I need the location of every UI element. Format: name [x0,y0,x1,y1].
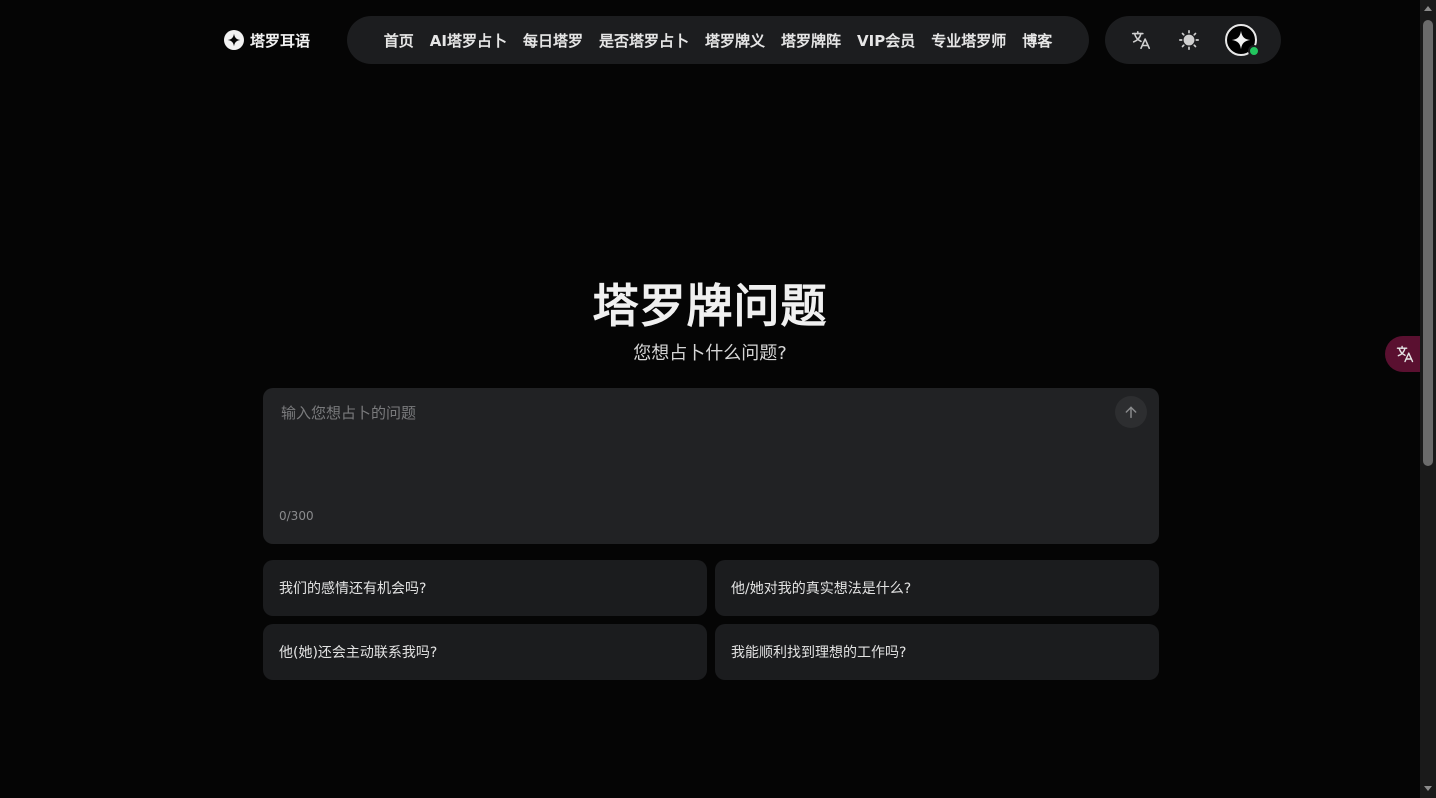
main-nav: 首页 AI塔罗占卜 每日塔罗 是否塔罗占卜 塔罗牌义 塔罗牌阵 VIP会员 专业… [347,16,1089,64]
suggestion-card[interactable]: 我能顺利找到理想的工作吗? [715,624,1159,680]
scroll-down-arrow-icon[interactable] [1424,786,1432,791]
question-input[interactable] [281,402,1101,502]
nav-item-pro-readers[interactable]: 专业塔罗师 [931,30,1006,51]
page-subtitle: 您想占卜什么问题? [633,343,787,364]
theme-toggle-button[interactable] [1177,28,1201,52]
nav-item-spreads[interactable]: 塔罗牌阵 [781,30,841,51]
translate-icon [1396,345,1414,363]
nav-item-blog[interactable]: 博客 [1022,30,1052,51]
question-box: 0/300 [263,388,1159,544]
page: 塔罗耳语 首页 AI塔罗占卜 每日塔罗 是否塔罗占卜 塔罗牌义 塔罗牌阵 VIP… [0,0,1436,798]
logo-text: 塔罗耳语 [250,31,311,50]
sun-icon [1179,30,1199,50]
send-button[interactable] [1115,396,1147,428]
suggestion-card[interactable]: 我们的感情还有机会吗? [263,560,707,616]
suggestion-card[interactable]: 他/她对我的真实想法是什么? [715,560,1159,616]
nav-item-vip[interactable]: VIP会员 [857,30,915,51]
site-logo[interactable]: 塔罗耳语 [224,29,310,51]
page-scrollbar[interactable] [1420,0,1436,798]
page-title: 塔罗牌问题 [592,279,828,333]
online-status-dot [1248,45,1260,57]
scrollbar-thumb[interactable] [1423,20,1433,466]
suggestion-card[interactable]: 他(她)还会主动联系我吗? [263,624,707,680]
translate-icon [1131,30,1151,50]
sparkle-logo-icon [224,30,244,50]
scroll-up-arrow-icon[interactable] [1424,6,1432,11]
nav-item-ai-tarot[interactable]: AI塔罗占卜 [430,30,507,51]
language-button[interactable] [1129,28,1153,52]
character-counter: 0/300 [279,509,314,523]
nav-item-card-meanings[interactable]: 塔罗牌义 [705,30,765,51]
nav-item-daily-tarot[interactable]: 每日塔罗 [523,30,583,51]
floating-translate-button[interactable] [1385,336,1425,372]
arrow-up-icon [1125,406,1137,419]
nav-item-yes-no-tarot[interactable]: 是否塔罗占卜 [599,30,689,51]
nav-item-home[interactable]: 首页 [384,30,414,51]
